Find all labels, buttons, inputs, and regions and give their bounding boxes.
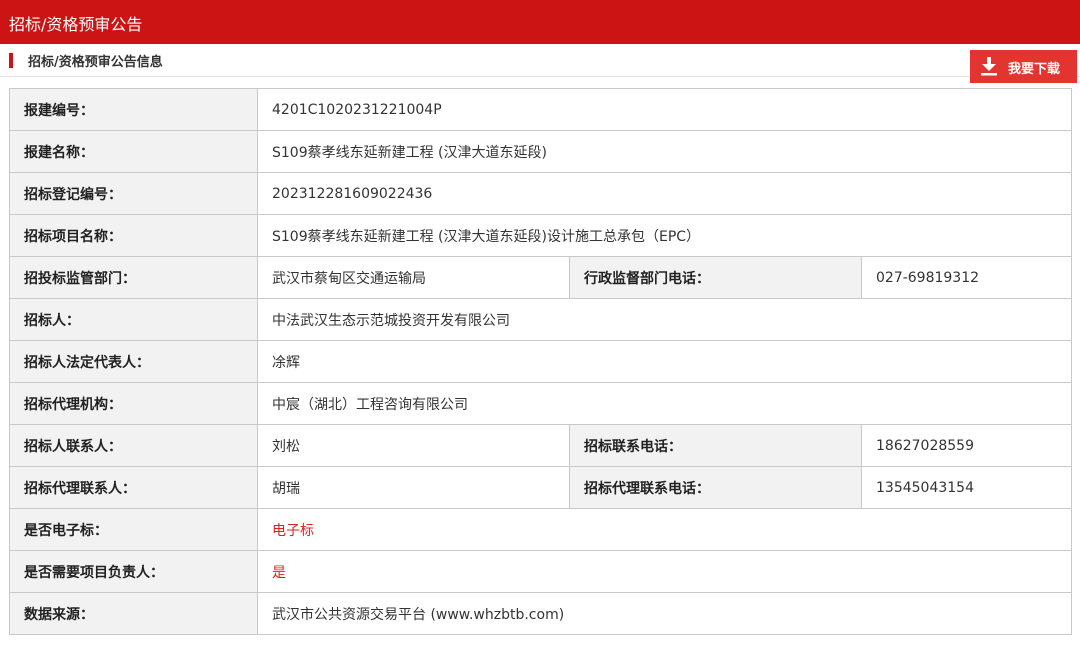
label-data-source: 数据来源： <box>9 592 258 635</box>
label-tenderer: 招标人： <box>9 298 258 341</box>
value-project-code: 4201C1020231221004P <box>256 88 1073 131</box>
label-agency: 招标代理机构： <box>9 382 258 425</box>
section-title: 招标/资格预审公告信息 <box>28 55 163 70</box>
value-supervision-dept: 武汉市蔡甸区交通运输局 <box>257 256 570 299</box>
label-legal-rep: 招标人法定代表人： <box>9 340 258 383</box>
label-project-code: 报建编号： <box>9 88 258 131</box>
table-row: 招标登记编号： 202312281609022436 <box>9 172 1073 215</box>
value-tenderer: 中法武汉生态示范城投资开发有限公司 <box>256 298 1073 341</box>
table-row: 数据来源： 武汉市公共资源交易平台 (www.whzbtb.com) <box>9 592 1073 635</box>
table-row: 是否需要项目负责人： 是 <box>9 550 1073 593</box>
label-project-name: 报建名称： <box>9 130 258 173</box>
value-project-name: S109蔡孝线东延新建工程 (汉津大道东延段) <box>256 130 1073 173</box>
label-tender-reg-no: 招标登记编号： <box>9 172 258 215</box>
table-row: 招标人联系人： 刘松 招标联系电话： 18627028559 <box>9 424 1073 467</box>
table-row: 是否电子标： 电子标 <box>9 508 1073 551</box>
table-row: 报建名称： S109蔡孝线东延新建工程 (汉津大道东延段) <box>9 130 1073 173</box>
label-project-manager-required: 是否需要项目负责人： <box>9 550 258 593</box>
table-row: 招投标监管部门： 武汉市蔡甸区交通运输局 行政监督部门电话： 027-69819… <box>9 256 1073 299</box>
label-supervision-dept: 招投标监管部门： <box>9 256 258 299</box>
value-data-source: 武汉市公共资源交易平台 (www.whzbtb.com) <box>256 592 1073 635</box>
download-icon <box>981 57 997 76</box>
table-row: 报建编号： 4201C1020231221004P <box>9 88 1073 131</box>
page-title-bar: 招标/资格预审公告 <box>0 0 1080 44</box>
value-electronic-bid: 电子标 <box>256 508 1073 551</box>
value-legal-rep: 凃辉 <box>256 340 1073 383</box>
label-electronic-bid: 是否电子标： <box>9 508 258 551</box>
value-agency-phone: 13545043154 <box>860 466 1073 509</box>
value-tender-project-name: S109蔡孝线东延新建工程 (汉津大道东延段)设计施工总承包（EPC） <box>256 214 1073 257</box>
value-tender-phone: 18627028559 <box>860 424 1073 467</box>
value-agency: 中宸（湖北）工程咨询有限公司 <box>256 382 1073 425</box>
table-row: 招标人： 中法武汉生态示范城投资开发有限公司 <box>9 298 1073 341</box>
value-tender-reg-no: 202312281609022436 <box>256 172 1073 215</box>
label-admin-phone: 行政监督部门电话： <box>569 256 862 299</box>
label-tenderer-contact: 招标人联系人： <box>9 424 258 467</box>
value-project-manager-required: 是 <box>256 550 1073 593</box>
table-row: 招标项目名称： S109蔡孝线东延新建工程 (汉津大道东延段)设计施工总承包（E… <box>9 214 1073 257</box>
page-title: 招标/资格预审公告 <box>9 15 143 34</box>
download-button[interactable]: 我要下载 <box>970 50 1077 83</box>
section-header: 招标/资格预审公告信息 <box>0 47 1080 77</box>
value-agency-contact: 胡瑞 <box>257 466 570 509</box>
notice-info-table: 报建编号： 4201C1020231221004P 报建名称： S109蔡孝线东… <box>9 88 1073 635</box>
table-row: 招标代理联系人： 胡瑞 招标代理联系电话： 13545043154 <box>9 466 1073 509</box>
section-marker <box>9 53 13 68</box>
download-label: 我要下载 <box>1008 62 1061 77</box>
table-row: 招标人法定代表人： 凃辉 <box>9 340 1073 383</box>
label-tender-project-name: 招标项目名称： <box>9 214 258 257</box>
value-admin-phone: 027-69819312 <box>860 256 1073 299</box>
label-tender-phone: 招标联系电话： <box>569 424 862 467</box>
label-agency-contact: 招标代理联系人： <box>9 466 258 509</box>
label-agency-phone: 招标代理联系电话： <box>569 466 862 509</box>
value-tenderer-contact: 刘松 <box>257 424 570 467</box>
table-row: 招标代理机构： 中宸（湖北）工程咨询有限公司 <box>9 382 1073 425</box>
